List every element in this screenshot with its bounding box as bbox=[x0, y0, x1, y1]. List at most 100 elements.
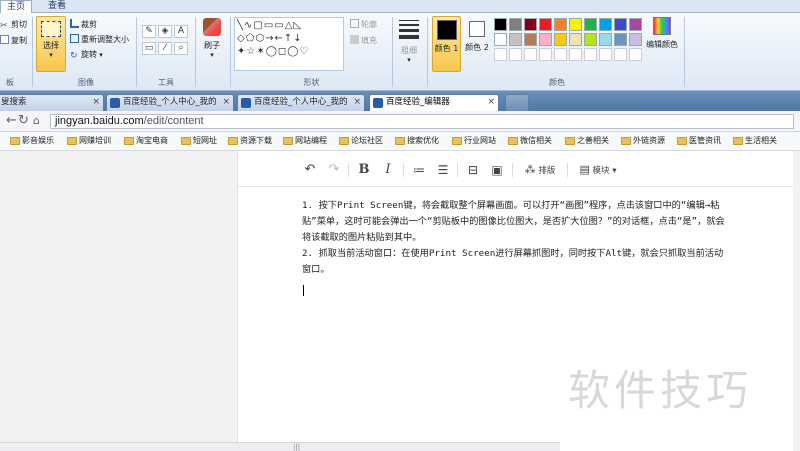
size-button[interactable]: 粗细 ▾ bbox=[396, 18, 422, 72]
color-swatch[interactable] bbox=[494, 33, 507, 46]
module-dropdown[interactable]: ▤ 模块 ▾ bbox=[574, 162, 622, 178]
undo-icon[interactable]: ↶ bbox=[302, 162, 318, 178]
paragraph: 2. 抓取当前活动窗口：在使用Print Screen进行屏幕抓图时，同时按下A… bbox=[302, 248, 724, 275]
color-swatch[interactable] bbox=[614, 33, 627, 46]
browser-tab[interactable]: 百度经验_个人中心_我的 × bbox=[106, 94, 234, 111]
bookmark-folder[interactable]: 生活相关 bbox=[733, 135, 777, 147]
bookmark-folder[interactable]: 之善相关 bbox=[565, 135, 609, 147]
shapes-gallery[interactable]: ╲∿▢▭▭△◺ ◇⬠⬡→←↑↓ ✦☆✶◯◻◯♡ bbox=[234, 17, 344, 71]
home-icon[interactable]: ⌂ bbox=[33, 114, 40, 128]
bookmark-folder[interactable]: 网站编程 bbox=[283, 135, 327, 147]
color-swatch[interactable] bbox=[539, 18, 552, 31]
color-swatch[interactable] bbox=[524, 18, 537, 31]
fill-bucket-icon bbox=[350, 35, 359, 44]
bold-icon[interactable]: B bbox=[356, 162, 372, 178]
empty-color-swatch[interactable] bbox=[599, 48, 612, 61]
tab-home[interactable]: 主页 bbox=[0, 0, 33, 14]
empty-color-swatch[interactable] bbox=[569, 48, 582, 61]
insert-image-icon[interactable]: ⊟ bbox=[464, 162, 482, 178]
empty-color-swatch[interactable] bbox=[494, 48, 507, 61]
new-tab-button[interactable] bbox=[505, 94, 529, 111]
color-swatch[interactable] bbox=[584, 33, 597, 46]
color-swatch[interactable] bbox=[539, 33, 552, 46]
empty-color-swatch[interactable] bbox=[524, 48, 537, 61]
crop-button[interactable]: 裁剪 bbox=[70, 19, 97, 30]
layout-button[interactable]: ⁂ 排版 bbox=[520, 162, 560, 178]
select-button[interactable]: 选择 ▾ bbox=[36, 16, 66, 72]
address-bar: ← ↻ ⌂ jingyan.baidu.com/edit/content bbox=[0, 111, 800, 132]
url-input[interactable]: jingyan.baidu.com/edit/content bbox=[50, 114, 794, 129]
bookmark-folder[interactable]: 搜索优化 bbox=[395, 135, 439, 147]
color-swatch[interactable] bbox=[509, 33, 522, 46]
color-picker-icon[interactable]: ⁄ bbox=[158, 42, 172, 55]
color-swatch[interactable] bbox=[554, 18, 567, 31]
bookmark-folder[interactable]: 资源下载 bbox=[228, 135, 272, 147]
insert-video-icon[interactable]: ▣ bbox=[488, 162, 506, 178]
color-swatch[interactable] bbox=[599, 18, 612, 31]
rotate-icon: ↻ bbox=[70, 51, 78, 61]
bookmark-folder[interactable]: 微信相关 bbox=[508, 135, 552, 147]
empty-color-swatch[interactable] bbox=[584, 48, 597, 61]
chevron-down-icon: ▾ bbox=[210, 51, 214, 59]
shape-row: ✦☆✶◯◻◯♡ bbox=[237, 46, 310, 57]
close-icon[interactable]: × bbox=[222, 95, 230, 110]
fill-button[interactable]: 填充 bbox=[350, 35, 377, 46]
resize-icon bbox=[70, 34, 79, 43]
color-swatch[interactable] bbox=[494, 18, 507, 31]
fill-icon[interactable]: ◈ bbox=[158, 25, 172, 38]
brushes-button[interactable]: 刷子 ▾ bbox=[199, 18, 225, 72]
scroll-grip-icon[interactable]: ||| bbox=[293, 444, 300, 451]
color2-swatch bbox=[469, 21, 485, 37]
empty-color-swatch[interactable] bbox=[539, 48, 552, 61]
bookmark-folder[interactable]: 影音娱乐 bbox=[10, 135, 54, 147]
cut-button[interactable]: ✂ 剪切 bbox=[0, 19, 27, 31]
empty-color-swatch[interactable] bbox=[509, 48, 522, 61]
browser-tab[interactable]: 百度经验_个人中心_我的 × bbox=[237, 94, 365, 111]
ordered-list-icon[interactable]: ≔ bbox=[410, 162, 428, 178]
eraser-icon[interactable]: ▭ bbox=[142, 42, 156, 55]
color-swatch[interactable] bbox=[629, 33, 642, 46]
bookmark-folder[interactable]: 短网址 bbox=[181, 135, 217, 147]
resize-button[interactable]: 重新调整大小 bbox=[70, 34, 129, 45]
color-swatch[interactable] bbox=[629, 18, 642, 31]
copy-button[interactable]: 复制 bbox=[0, 35, 27, 46]
bookmark-folder[interactable]: 医管资讯 bbox=[677, 135, 721, 147]
edit-colors-button[interactable]: 编辑颜色 bbox=[644, 17, 680, 69]
text-icon[interactable]: A bbox=[174, 25, 188, 38]
color1-button[interactable]: 颜色 1 bbox=[432, 16, 461, 72]
tab-view[interactable]: 查看 bbox=[42, 0, 72, 13]
color-swatch[interactable] bbox=[554, 33, 567, 46]
unordered-list-icon[interactable]: ☰ bbox=[434, 162, 452, 178]
empty-color-swatch[interactable] bbox=[629, 48, 642, 61]
italic-icon[interactable]: I bbox=[380, 162, 396, 178]
color-swatch[interactable] bbox=[614, 18, 627, 31]
pencil-icon[interactable]: ✎ bbox=[142, 25, 156, 38]
bookmark-folder[interactable]: 淘宝电商 bbox=[124, 135, 168, 147]
close-icon[interactable]: × bbox=[92, 95, 100, 110]
empty-color-swatch[interactable] bbox=[554, 48, 567, 61]
bookmark-folder[interactable]: 外链资源 bbox=[621, 135, 665, 147]
back-icon[interactable]: ← bbox=[6, 114, 17, 128]
outline-button[interactable]: 轮廓 bbox=[350, 19, 377, 30]
bookmark-folder[interactable]: 论坛社区 bbox=[339, 135, 383, 147]
close-icon[interactable]: × bbox=[487, 95, 495, 110]
browser-tab-active[interactable]: 百度经验_编辑器 × bbox=[369, 94, 499, 111]
redo-icon[interactable]: ↷ bbox=[326, 162, 342, 178]
color-swatch[interactable] bbox=[599, 33, 612, 46]
color-swatch[interactable] bbox=[524, 33, 537, 46]
magnifier-icon[interactable]: ⌕ bbox=[174, 42, 188, 55]
horizontal-scrollbar[interactable]: ||| bbox=[0, 442, 560, 451]
bookmark-folder[interactable]: 行业网站 bbox=[452, 135, 496, 147]
rotate-button[interactable]: ↻ 旋转 ▾ bbox=[70, 49, 103, 61]
color-swatch[interactable] bbox=[569, 18, 582, 31]
empty-color-swatch[interactable] bbox=[614, 48, 627, 61]
color-swatch[interactable] bbox=[509, 18, 522, 31]
color-swatch[interactable] bbox=[584, 18, 597, 31]
color2-button[interactable]: 颜色 2 bbox=[464, 16, 490, 72]
reload-icon[interactable]: ↻ bbox=[18, 114, 29, 128]
close-icon[interactable]: × bbox=[353, 95, 361, 110]
browser-tab[interactable]: 叟搜索 × bbox=[0, 94, 104, 111]
bookmark-folder[interactable]: 网赚培训 bbox=[67, 135, 111, 147]
color-swatch[interactable] bbox=[569, 33, 582, 46]
editor-content[interactable]: 1. 按下Print Screen键，将会截取整个屏幕画面。可以打开“画图”程序… bbox=[302, 198, 732, 278]
